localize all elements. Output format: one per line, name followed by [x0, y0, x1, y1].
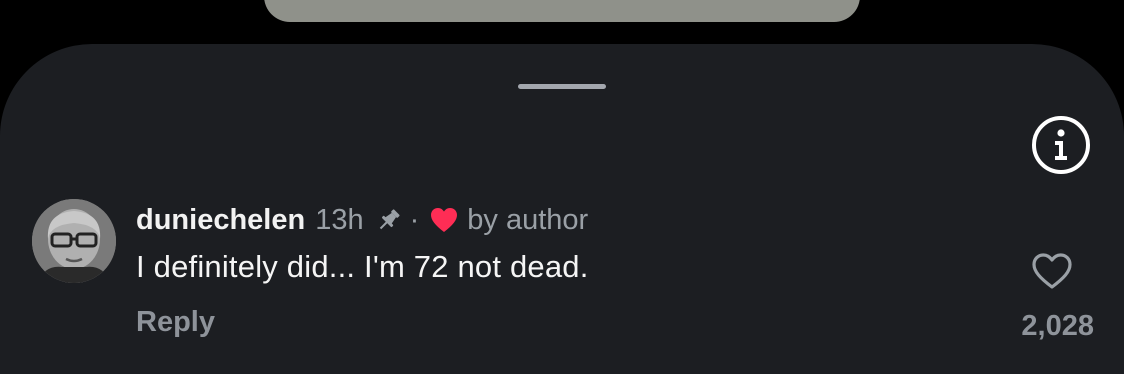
- liked-by-author-label: by author: [467, 203, 589, 236]
- comment-text: I definitely did... I'm 72 not dead.: [136, 249, 589, 284]
- header-separator: ·: [409, 203, 420, 236]
- avatar[interactable]: [32, 199, 116, 283]
- sheet-grabber-handle[interactable]: [518, 84, 606, 89]
- screen: duniechelen 13h · by author I definitely…: [0, 0, 1124, 374]
- video-preview[interactable]: [264, 0, 860, 22]
- comments-sheet: duniechelen 13h · by author I definitely…: [0, 44, 1124, 374]
- reply-button[interactable]: Reply: [136, 306, 215, 339]
- heart-outline-icon[interactable]: [1030, 249, 1074, 293]
- info-icon[interactable]: [1031, 115, 1091, 175]
- avatar-image: [32, 199, 116, 283]
- comment-timestamp: 13h: [315, 203, 364, 236]
- heart-icon: [431, 208, 458, 232]
- like-count: 2,028: [1021, 310, 1094, 342]
- pin-icon: [379, 209, 400, 230]
- comment-username[interactable]: duniechelen: [136, 204, 305, 237]
- comment-header: duniechelen 13h · by author: [136, 200, 588, 240]
